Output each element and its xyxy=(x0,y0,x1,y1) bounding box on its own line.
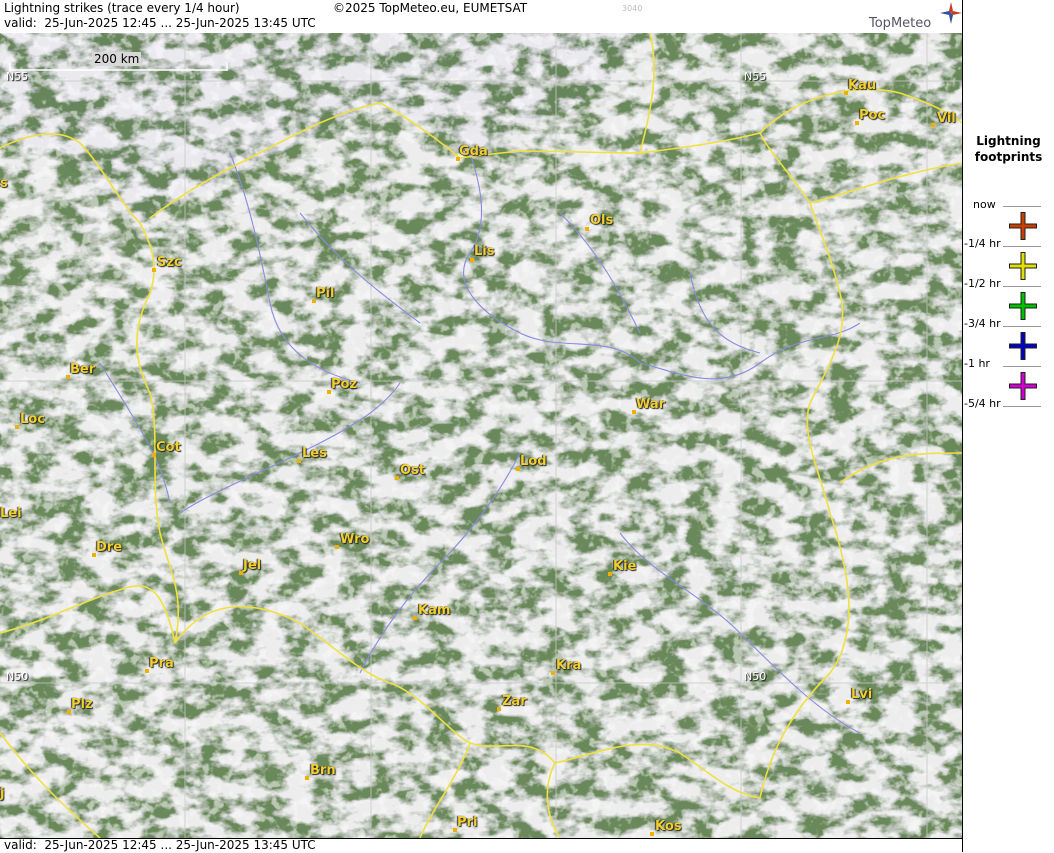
city-marker xyxy=(497,707,501,711)
city-label: Les xyxy=(302,446,327,461)
grid-label-n50-left: N50 xyxy=(6,670,29,683)
city-label: Szc xyxy=(157,255,182,270)
satellite-map[interactable]: 200 km N55 N55 N50 N50 Gda Kau Poc Vil O… xyxy=(0,33,962,838)
city-marker xyxy=(846,700,850,704)
city-marker xyxy=(632,410,636,414)
city-marker xyxy=(66,375,70,379)
city-label: Pil xyxy=(316,286,335,301)
legend-panel: Lightning footprints now -1/4 hr -1/2 hr… xyxy=(963,0,1054,852)
city-label: j xyxy=(0,786,5,801)
valid-time-footer: valid: 25-Jun-2025 12:45 ... 25-Jun-2025… xyxy=(4,838,316,852)
city-label: Lvi xyxy=(851,687,873,702)
city-label: Loc xyxy=(20,412,45,427)
city-label: Cot xyxy=(156,440,181,455)
map-title: Lightning strikes (trace every 1/4 hour) xyxy=(4,1,240,15)
city-marker xyxy=(67,710,71,714)
grid-label-n50-right: N50 xyxy=(744,670,767,683)
city-label: Zar xyxy=(502,694,527,709)
copyright-text: ©2025 TopMeteo.eu, EUMETSAT xyxy=(333,1,528,15)
city-label: Lei xyxy=(0,506,22,521)
city-marker xyxy=(152,453,156,457)
city-marker xyxy=(395,476,399,480)
city-marker xyxy=(413,616,417,620)
legend-label-quarter: -1/4 hr xyxy=(964,237,1001,250)
compass-logo-icon xyxy=(940,2,962,24)
city-label: Ost xyxy=(400,463,426,478)
legend-rule xyxy=(1003,286,1041,287)
legend-label-three-quarter: -3/4 hr xyxy=(964,317,1001,330)
legend-rule xyxy=(1003,246,1041,247)
city-label: Kau xyxy=(848,78,877,93)
city-label: War xyxy=(636,397,666,412)
legend-rule xyxy=(1003,206,1041,207)
legend-rule xyxy=(1003,366,1041,367)
city-label: Kie xyxy=(613,559,637,574)
city-marker xyxy=(92,553,96,557)
legend-label-one-hour: -1 hr xyxy=(964,357,990,370)
footer-bar: valid: 25-Jun-2025 12:45 ... 25-Jun-2025… xyxy=(0,838,962,853)
city-marker xyxy=(305,776,309,780)
city-marker xyxy=(456,157,460,161)
city-marker xyxy=(608,572,612,576)
city-label: Plz xyxy=(71,697,93,712)
lightning-cross-green-icon xyxy=(1008,291,1038,325)
city-label: Ols xyxy=(590,213,614,228)
city-label: Pra xyxy=(149,656,174,671)
map-code: 3040 xyxy=(622,4,643,13)
city-marker xyxy=(551,671,555,675)
city-label: Lis xyxy=(474,244,495,259)
legend-label-five-quarter: -5/4 hr xyxy=(964,397,1001,410)
city-marker xyxy=(297,459,301,463)
city-label: Lod xyxy=(520,454,547,469)
city-label: Poz xyxy=(331,377,358,392)
city-marker xyxy=(312,299,316,303)
lightning-cross-orange-icon xyxy=(1008,211,1038,245)
city-marker xyxy=(855,121,859,125)
legend-rule xyxy=(1003,406,1041,407)
lightning-cross-magenta-icon xyxy=(1008,371,1038,405)
legend-label-half: -1/2 hr xyxy=(964,277,1001,290)
grid-label-n55-right: N55 xyxy=(744,70,767,83)
city-label: Dre xyxy=(96,540,123,555)
city-marker xyxy=(470,258,474,262)
legend-title: Lightning footprints xyxy=(974,134,1043,164)
city-label: Kra xyxy=(556,658,582,673)
legend-rule xyxy=(1003,326,1041,327)
city-marker xyxy=(931,123,935,127)
valid-time-header: valid: 25-Jun-2025 12:45 ... 25-Jun-2025… xyxy=(4,16,316,30)
topmeteo-logo-text: TopMeteo xyxy=(869,16,932,31)
city-marker xyxy=(152,268,156,272)
city-marker xyxy=(650,832,654,836)
city-label: s xyxy=(0,176,8,191)
city-marker xyxy=(239,571,243,575)
city-label: Vil xyxy=(937,111,956,126)
city-label: Jel xyxy=(243,558,262,573)
lightning-cross-yellow-icon xyxy=(1008,251,1038,285)
grid-label-n55-left: N55 xyxy=(6,70,29,83)
city-label: Kos xyxy=(655,819,682,834)
city-label: Brn xyxy=(310,763,336,778)
city-marker xyxy=(145,669,149,673)
city-marker xyxy=(15,425,19,429)
header-bar: Lightning strikes (trace every 1/4 hour)… xyxy=(0,0,962,33)
city-label: Kam xyxy=(418,603,451,618)
city-label: Gda xyxy=(459,144,488,159)
lightning-cross-blue-icon xyxy=(1008,331,1038,365)
city-label: Wro xyxy=(340,532,370,547)
city-label: Ber xyxy=(70,362,96,377)
city-marker xyxy=(516,467,520,471)
city-marker xyxy=(327,390,331,394)
city-label: Poc xyxy=(859,108,886,123)
city-marker xyxy=(585,227,589,231)
city-marker xyxy=(844,91,848,95)
legend-label-now: now xyxy=(973,198,996,211)
city-label: Pri xyxy=(457,815,478,830)
city-marker xyxy=(335,545,339,549)
scale-bar-label: 200 km xyxy=(92,52,142,66)
city-marker xyxy=(453,828,457,832)
